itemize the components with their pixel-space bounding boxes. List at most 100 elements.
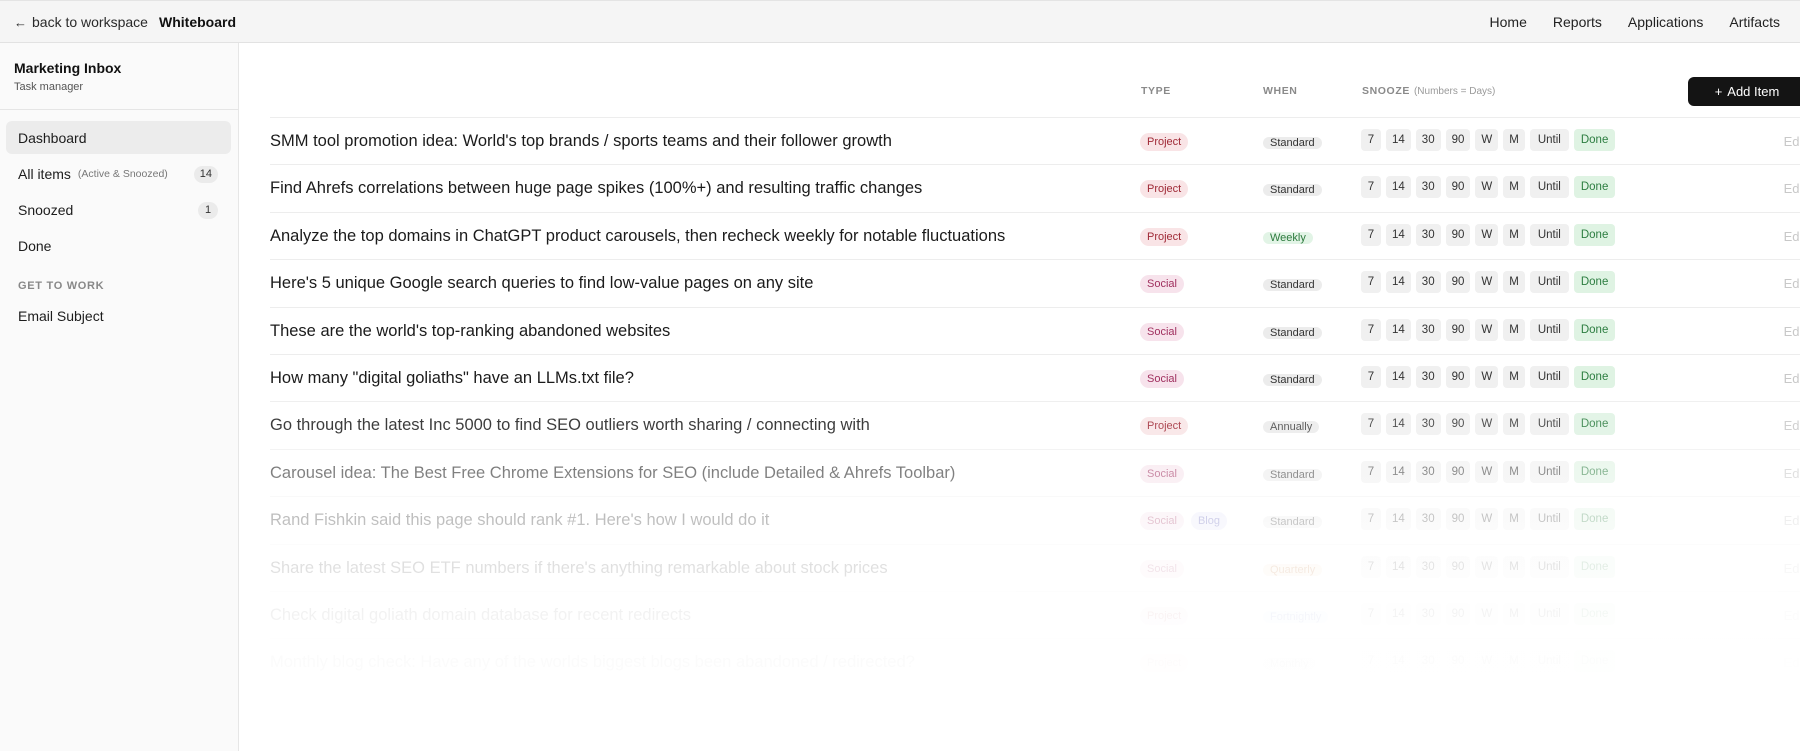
snooze-30-button[interactable]: 30 [1415,413,1441,436]
sidebar-item-snoozed[interactable]: Snoozed 1 [6,193,231,226]
snooze-30-button[interactable]: 30 [1415,555,1441,578]
edit-button[interactable]: Edit [1784,134,1800,149]
edit-button[interactable]: Edit [1784,655,1800,670]
snooze-14-button[interactable]: 14 [1386,603,1411,625]
done-button[interactable]: Done [1573,318,1616,341]
snooze-7-button[interactable]: 7 [1361,555,1381,578]
snooze-until-button[interactable]: Until [1529,508,1569,531]
snooze-30-button[interactable]: 30 [1415,271,1441,294]
snooze-w-button[interactable]: W [1475,650,1499,673]
snooze-30-button[interactable]: 30 [1415,603,1441,625]
snooze-until-button[interactable]: Until [1529,366,1569,388]
snooze-30-button[interactable]: 30 [1415,650,1441,673]
nav-reports[interactable]: Reports [1553,14,1602,30]
snooze-90-button[interactable]: 90 [1445,555,1471,578]
snooze-7-button[interactable]: 7 [1361,176,1381,199]
nav-home[interactable]: Home [1490,14,1527,30]
snooze-90-button[interactable]: 90 [1445,271,1471,294]
snooze-m-button[interactable]: M [1503,508,1525,531]
item-title[interactable]: How many "digital goliaths" have an LLMs… [270,369,634,388]
snooze-7-button[interactable]: 7 [1361,413,1381,436]
item-title[interactable]: Here's 5 unique Google search queries to… [270,274,813,293]
item-title[interactable]: Monthly blog check: Have any of the worl… [270,653,915,672]
snooze-m-button[interactable]: M [1503,650,1525,673]
snooze-w-button[interactable]: W [1475,271,1499,294]
sidebar-item-done[interactable]: Done [6,229,231,262]
snooze-7-button[interactable]: 7 [1361,223,1381,246]
snooze-m-button[interactable]: M [1503,271,1525,294]
snooze-w-button[interactable]: W [1475,176,1499,199]
done-button[interactable]: Done [1573,460,1616,483]
item-title[interactable]: Analyze the top domains in ChatGPT produ… [270,227,1005,246]
snooze-7-button[interactable]: 7 [1361,650,1381,673]
add-item-button[interactable]: + Add Item [1688,77,1800,106]
snooze-until-button[interactable]: Until [1529,176,1569,199]
snooze-w-button[interactable]: W [1475,508,1499,531]
snooze-until-button[interactable]: Until [1529,460,1569,483]
edit-button[interactable]: Edit [1784,608,1800,623]
sidebar-item-email-subject[interactable]: Email Subject [6,299,231,332]
edit-button[interactable]: Edit [1784,229,1800,244]
snooze-30-button[interactable]: 30 [1415,176,1441,199]
done-button[interactable]: Done [1573,223,1616,246]
snooze-w-button[interactable]: W [1475,223,1499,246]
snooze-until-button[interactable]: Until [1529,603,1569,625]
snooze-w-button[interactable]: W [1475,603,1499,625]
snooze-30-button[interactable]: 30 [1415,318,1441,341]
snooze-14-button[interactable]: 14 [1386,508,1411,531]
snooze-14-button[interactable]: 14 [1386,555,1411,578]
item-title[interactable]: Go through the latest Inc 5000 to find S… [270,416,870,435]
done-button[interactable]: Done [1573,650,1616,673]
item-title[interactable]: Share the latest SEO ETF numbers if ther… [270,559,888,578]
item-title[interactable]: Carousel idea: The Best Free Chrome Exte… [270,464,955,483]
item-title[interactable]: Check digital goliath domain database fo… [270,606,691,625]
snooze-m-button[interactable]: M [1503,129,1525,151]
item-title[interactable]: Rand Fishkin said this page should rank … [270,511,769,530]
snooze-14-button[interactable]: 14 [1386,271,1411,294]
snooze-7-button[interactable]: 7 [1361,366,1381,388]
nav-applications[interactable]: Applications [1628,14,1704,30]
item-title[interactable]: These are the world's top-ranking abando… [270,322,670,341]
snooze-until-button[interactable]: Until [1529,271,1569,294]
snooze-90-button[interactable]: 90 [1445,460,1471,483]
snooze-14-button[interactable]: 14 [1386,413,1411,436]
snooze-14-button[interactable]: 14 [1386,650,1411,673]
snooze-w-button[interactable]: W [1475,413,1499,436]
snooze-until-button[interactable]: Until [1529,318,1569,341]
snooze-7-button[interactable]: 7 [1361,603,1381,625]
snooze-7-button[interactable]: 7 [1361,508,1381,531]
snooze-30-button[interactable]: 30 [1415,223,1441,246]
snooze-until-button[interactable]: Until [1529,129,1569,151]
snooze-until-button[interactable]: Until [1529,413,1569,436]
back-to-workspace-link[interactable]: ← back to workspace [14,14,148,30]
snooze-7-button[interactable]: 7 [1361,318,1381,341]
edit-button[interactable]: Edit [1784,466,1800,481]
snooze-90-button[interactable]: 90 [1445,413,1471,436]
done-button[interactable]: Done [1573,129,1616,151]
edit-button[interactable]: Edit [1784,418,1800,433]
snooze-90-button[interactable]: 90 [1445,366,1471,388]
snooze-30-button[interactable]: 30 [1415,508,1441,531]
snooze-90-button[interactable]: 90 [1445,318,1471,341]
snooze-14-button[interactable]: 14 [1386,460,1411,483]
done-button[interactable]: Done [1573,271,1616,294]
edit-button[interactable]: Edit [1784,276,1800,291]
snooze-30-button[interactable]: 30 [1415,129,1441,151]
snooze-m-button[interactable]: M [1503,176,1525,199]
snooze-14-button[interactable]: 14 [1386,223,1411,246]
snooze-90-button[interactable]: 90 [1445,650,1471,673]
item-title[interactable]: SMM tool promotion idea: World's top bra… [270,132,892,151]
snooze-90-button[interactable]: 90 [1445,129,1471,151]
snooze-7-button[interactable]: 7 [1361,129,1381,151]
snooze-90-button[interactable]: 90 [1445,176,1471,199]
snooze-w-button[interactable]: W [1475,129,1499,151]
edit-button[interactable]: Edit [1784,181,1800,196]
snooze-w-button[interactable]: W [1475,555,1499,578]
item-title[interactable]: Find Ahrefs correlations between huge pa… [270,179,922,198]
snooze-14-button[interactable]: 14 [1386,176,1411,199]
done-button[interactable]: Done [1573,366,1616,388]
snooze-30-button[interactable]: 30 [1415,366,1441,388]
done-button[interactable]: Done [1573,508,1616,531]
snooze-30-button[interactable]: 30 [1415,460,1441,483]
snooze-until-button[interactable]: Until [1529,650,1569,673]
